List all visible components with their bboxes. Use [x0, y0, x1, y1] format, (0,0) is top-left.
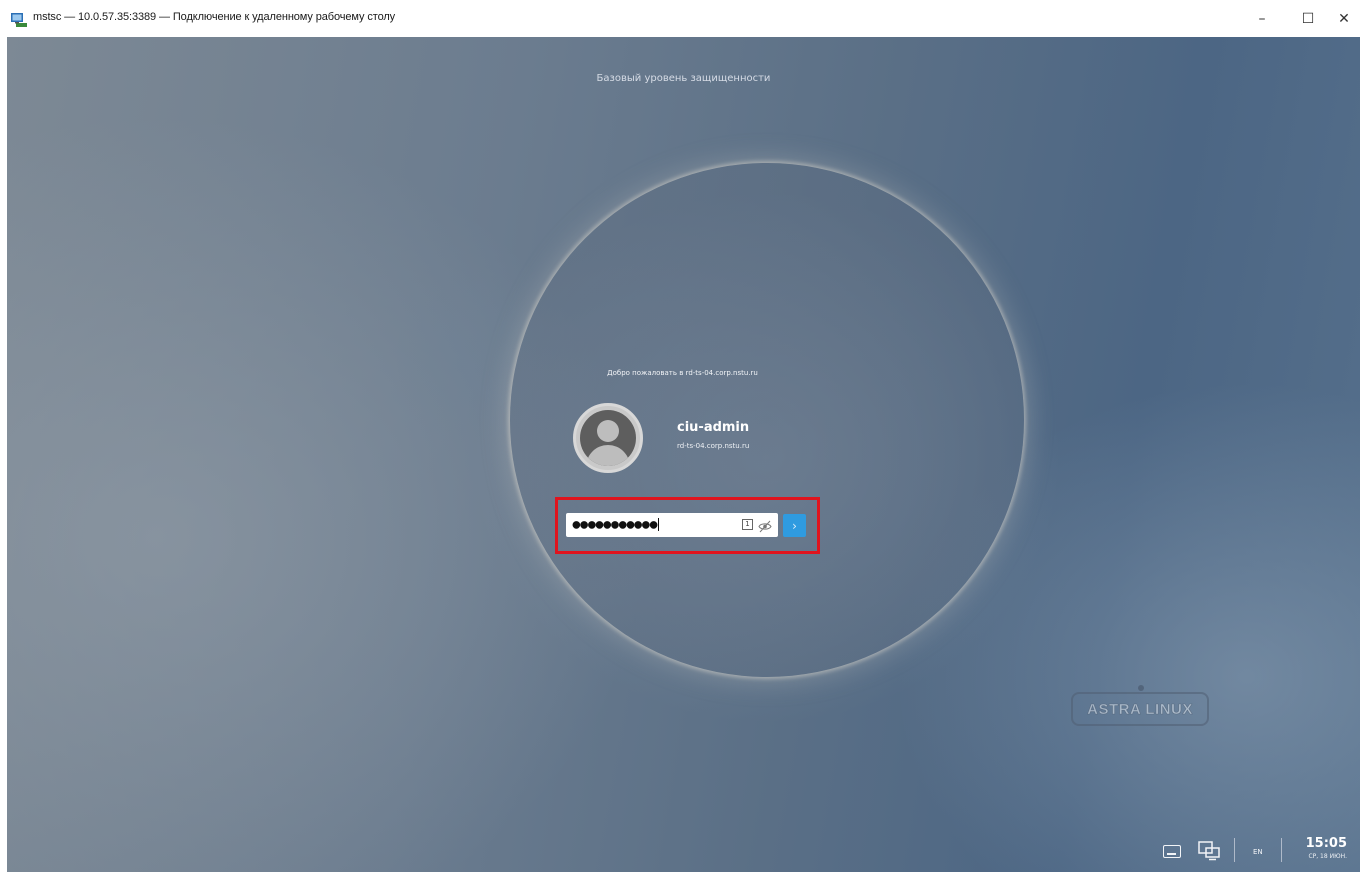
password-input[interactable]: ●●●●●●●●●●● 1 — [566, 513, 778, 537]
tray-separator — [1234, 838, 1235, 862]
app-rdp-icon — [11, 12, 27, 27]
remote-desktop[interactable]: Базовый уровень защищенности Добро пожал… — [7, 37, 1360, 872]
window-title: mstsc — 10.0.57.35:3389 — Подключение к … — [33, 11, 396, 23]
brand-logo-dot — [1138, 685, 1144, 691]
username-label: ciu-admin — [677, 420, 750, 435]
avatar-icon — [580, 410, 636, 466]
keyboard-icon[interactable] — [1163, 845, 1181, 858]
tray-separator — [1281, 838, 1282, 862]
astra-linux-logo: ASTRA LINUX — [1071, 692, 1209, 726]
hostname-label: rd-ts-04.corp.nstu.ru — [677, 442, 750, 450]
clock-time[interactable]: 15:05 — [1297, 836, 1347, 851]
security-level-label: Базовый уровень защищенности — [596, 73, 771, 84]
keyboard-language-indicator[interactable]: EN — [1253, 848, 1263, 856]
clock-date[interactable]: СР, 18 ИЮН. — [1287, 853, 1347, 860]
welcome-message: Добро пожаловать в rd-ts-04.corp.nstu.ru — [607, 369, 758, 377]
keyboard-layout-indicator[interactable]: 1 — [742, 519, 753, 530]
close-button[interactable]: ✕ — [1321, 0, 1367, 37]
title-bar[interactable]: mstsc — 10.0.57.35:3389 — Подключение к … — [0, 0, 1367, 37]
avatar — [573, 403, 643, 473]
rdp-window: mstsc — 10.0.57.35:3389 — Подключение к … — [0, 0, 1367, 872]
network-icon[interactable] — [1198, 841, 1220, 861]
password-value: ●●●●●●●●●●● — [572, 518, 659, 531]
minimize-button[interactable]: – — [1239, 0, 1285, 37]
eye-slash-icon[interactable] — [758, 518, 772, 533]
login-submit-button[interactable]: › — [783, 514, 806, 537]
